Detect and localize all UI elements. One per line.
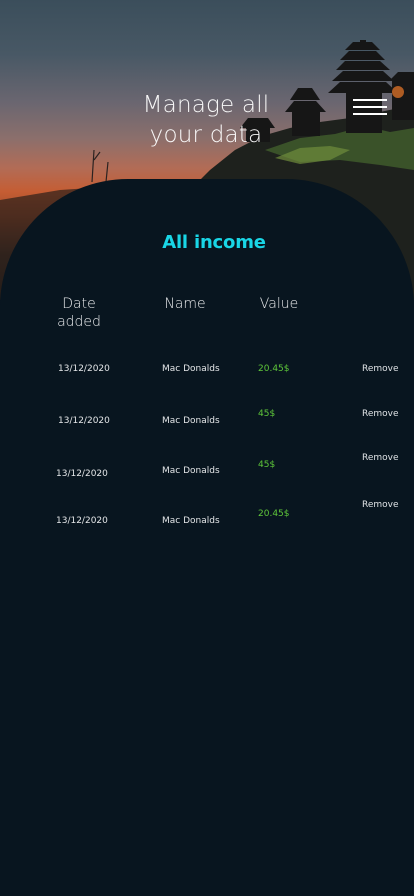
column-header-name: Name [164, 296, 206, 312]
column-header-date: Date added [57, 296, 101, 330]
content-panel [0, 179, 414, 896]
remove-button[interactable]: Remove [362, 364, 399, 374]
row-date: 13/12/2020 [58, 416, 110, 426]
row-date: 13/12/2020 [56, 469, 108, 479]
section-title: All income [162, 232, 266, 253]
menu-bar [353, 99, 387, 101]
hamburger-menu-icon[interactable] [350, 96, 390, 122]
row-value: 20.45$ [258, 509, 290, 519]
row-name: Mac Donalds [162, 364, 220, 374]
row-date: 13/12/2020 [58, 364, 110, 374]
remove-button[interactable]: Remove [362, 409, 399, 419]
app-screen: Manage all your data All income Date add… [0, 0, 414, 896]
column-header-value: Value [259, 296, 299, 312]
menu-bar [353, 106, 387, 108]
remove-button[interactable]: Remove [362, 453, 399, 463]
row-name: Mac Donalds [162, 466, 220, 476]
row-name: Mac Donalds [162, 516, 220, 526]
row-value: 45$ [258, 460, 276, 470]
row-date: 13/12/2020 [56, 516, 108, 526]
row-value: 45$ [258, 409, 276, 419]
row-name: Mac Donalds [162, 416, 220, 426]
row-value: 20.45$ [258, 364, 290, 374]
page-title: Manage all your data [142, 92, 270, 148]
remove-button[interactable]: Remove [362, 500, 399, 510]
menu-bar [353, 113, 387, 115]
